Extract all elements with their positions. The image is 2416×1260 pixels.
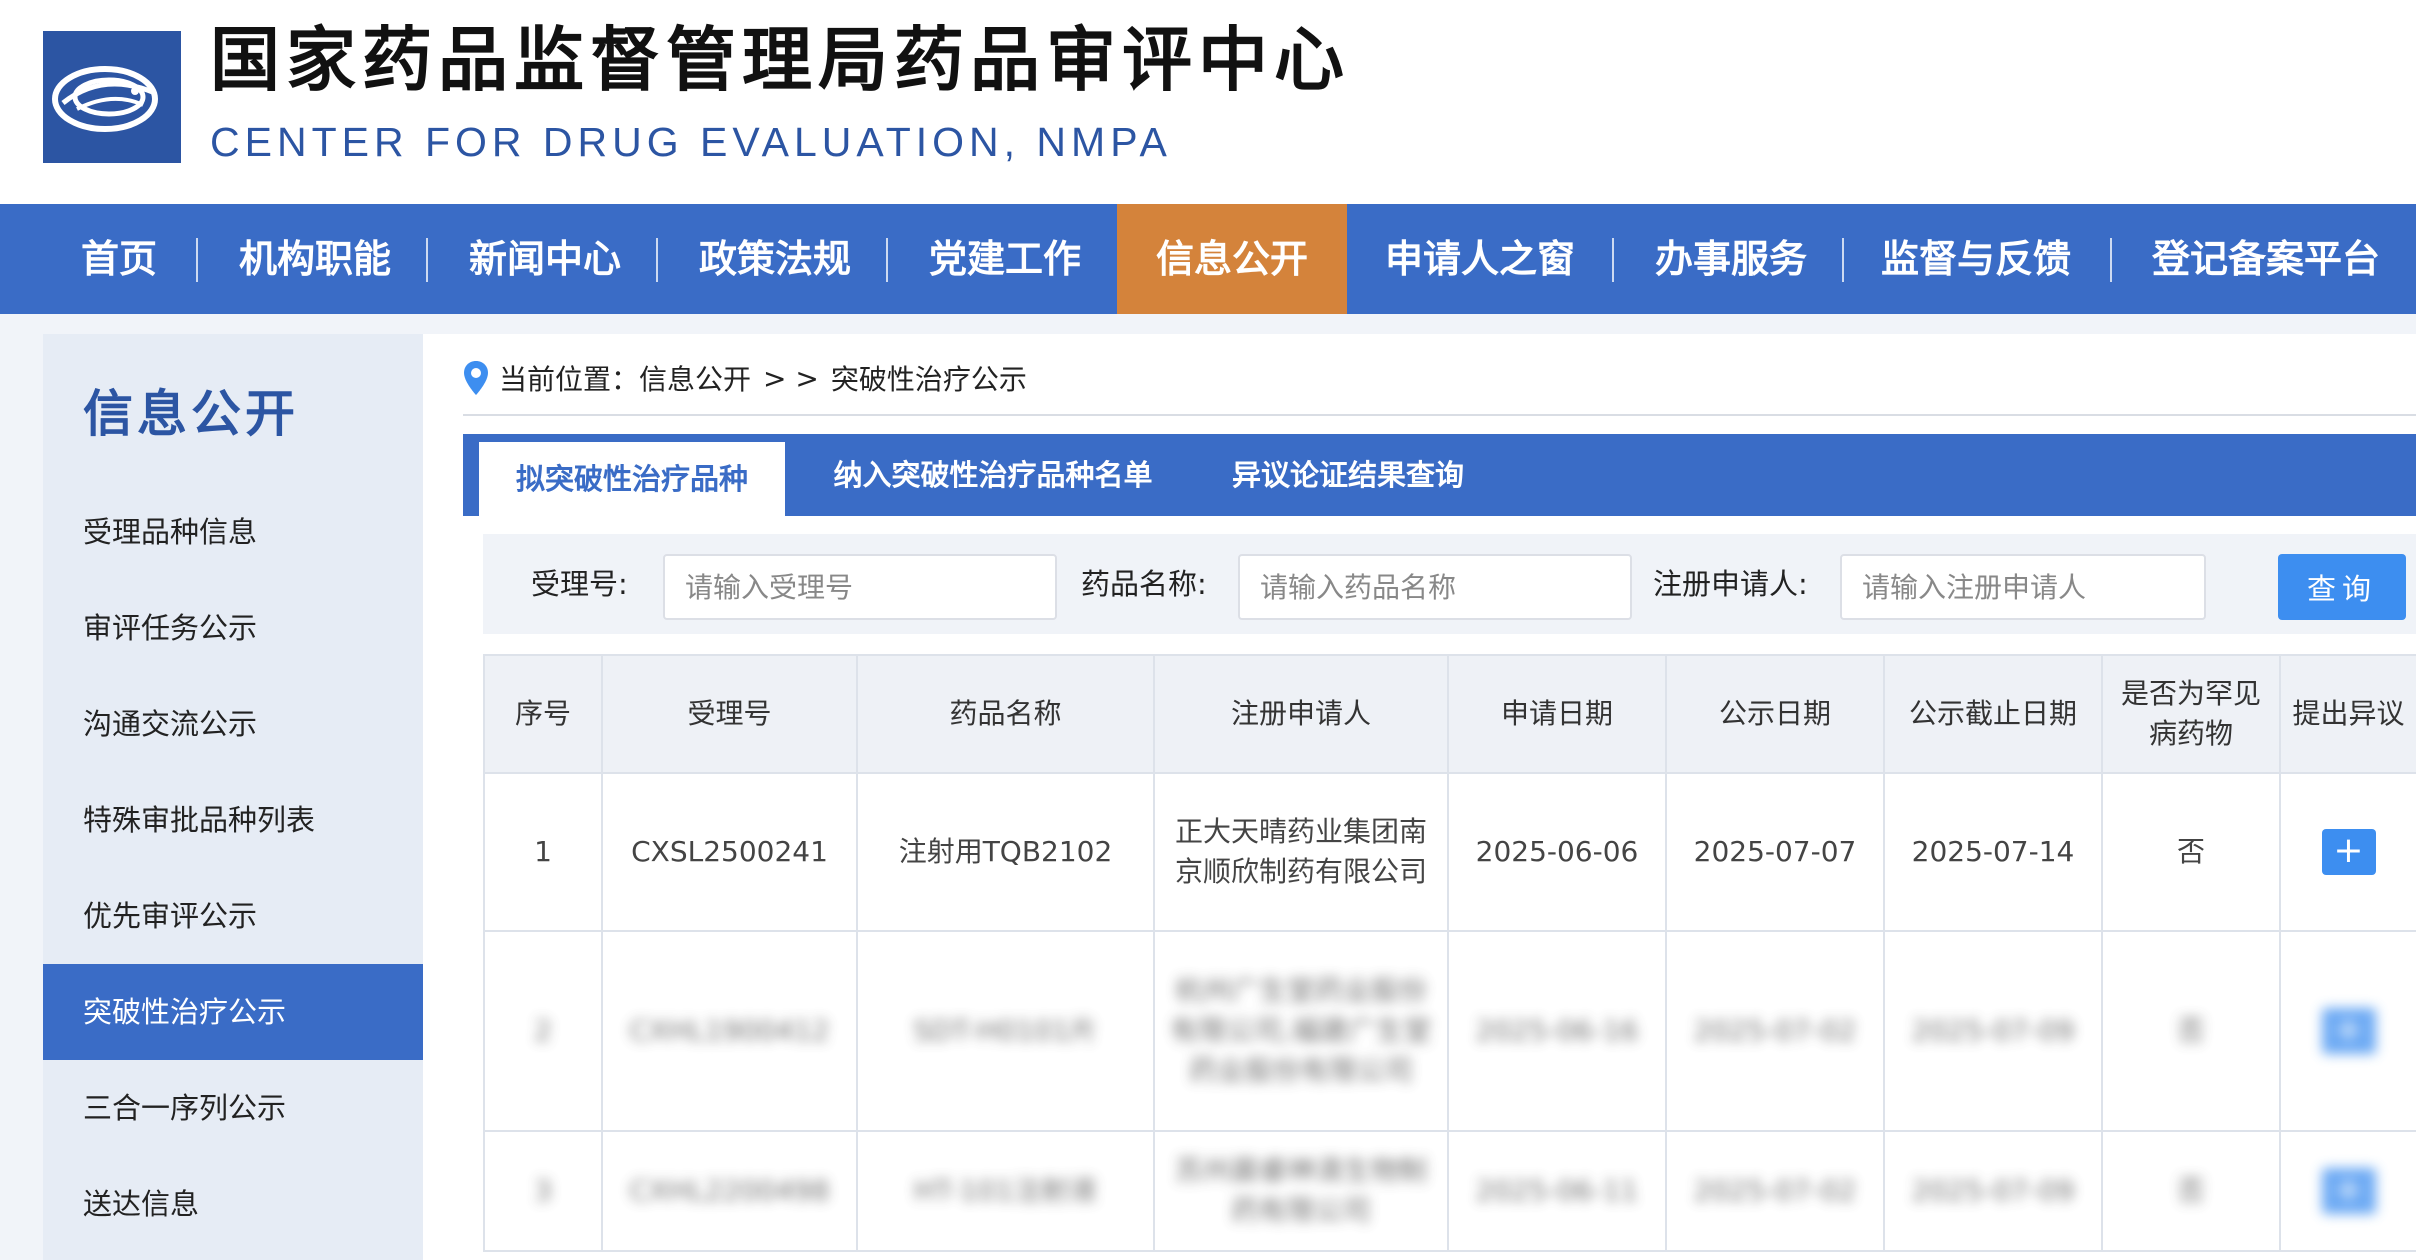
col-header-apply-date: 申请日期 [1447,654,1667,774]
cell-applicant: 苏州晨睿神清生物制药有限公司 [1153,1130,1449,1252]
main-nav: 首页 机构职能 新闻中心 政策法规 党建工作 信息公开 申请人之窗 办事服务 监… [0,204,2416,314]
cell-drug-name: SDT-H0101片 [856,930,1155,1132]
cell-apply-date: 2025-06-11 [1447,1130,1667,1252]
tab-included-breakthrough-list[interactable]: 纳入突破性治疗品种名单 [813,434,1173,516]
cell-publish-date: 2025-07-02 [1665,930,1885,1132]
page-body: 信息公开 受理品种信息 审评任务公示 沟通交流公示 特殊审批品种列表 优先审评公… [0,314,2416,1260]
col-header-index: 序号 [483,654,603,774]
table-row: 3 CXHL2200498 HT-101注射液 苏州晨睿神清生物制药有限公司 2… [483,1130,2416,1252]
location-pin-icon [464,361,488,395]
nav-divider [656,238,658,282]
search-bar: 受理号: 药品名称: 注册申请人: 查询 [483,534,2416,634]
breadcrumb-divider [463,414,2416,416]
sidebar-item-three-in-one[interactable]: 三合一序列公示 [43,1060,423,1156]
nav-divider [426,238,428,282]
add-objection-button[interactable]: + [2321,1008,2376,1054]
nav-divider [1612,238,1614,282]
nav-item-applicant-window[interactable]: 申请人之窗 [1360,204,1600,314]
breadcrumb: 当前位置：信息公开 > > 突破性治疗公示 [463,358,1027,398]
cell-accept-no: CXSL2500241 [601,772,858,932]
nav-item-party[interactable]: 党建工作 [900,204,1110,314]
nav-item-registration-platform[interactable]: 登记备案平台 [2126,204,2406,314]
results-table-wrap: 序号 受理号 药品名称 注册申请人 申请日期 公示日期 公示截止日期 是否为罕见… [483,654,2416,1260]
site-title-en: CENTER FOR DRUG EVALUATION, NMPA [210,119,1172,165]
site-title-cn: 国家药品监督管理局药品审评中心 [210,19,1350,101]
table-row: 1 CXSL2500241 注射用TQB2102 正大天晴药业集团南京顺欣制药有… [483,772,2416,932]
nav-divider [1842,238,1844,282]
cell-applicant: 杭州广生堂药业股份有限公司,福建广生堂药业股份有限公司 [1153,930,1449,1132]
table-header-row: 序号 受理号 药品名称 注册申请人 申请日期 公示日期 公示截止日期 是否为罕见… [483,654,2416,774]
drug-name-input[interactable] [1238,554,1632,620]
cell-publish-date: 2025-07-07 [1665,772,1885,932]
results-table: 序号 受理号 药品名称 注册申请人 申请日期 公示日期 公示截止日期 是否为罕见… [483,654,2416,1252]
sidebar-item-breakthrough-therapy[interactable]: 突破性治疗公示 [43,964,423,1060]
nav-item-services[interactable]: 办事服务 [1626,204,1836,314]
sidebar-item-priority-review[interactable]: 优先审评公示 [43,868,423,964]
nav-item-info-public[interactable]: 信息公开 [1117,204,1347,314]
cell-rare-disease: 否 [2101,772,2281,932]
breadcrumb-separator: > > [763,361,819,395]
nav-divider [886,238,888,282]
col-header-objection: 提出异议 [2279,654,2416,774]
col-header-publish-date: 公示日期 [1665,654,1885,774]
cell-apply-date: 2025-06-06 [1447,772,1667,932]
main-content: 当前位置：信息公开 > > 突破性治疗公示 拟突破性治疗品种 纳入突破性治疗品种… [423,334,2416,1260]
query-button[interactable]: 查询 [2278,554,2406,620]
cell-accept-no: CXHL2200498 [601,1130,858,1252]
accept-no-label: 受理号: [531,567,628,601]
breadcrumb-current: 突破性治疗公示 [830,363,1027,396]
nav-item-policy[interactable]: 政策法规 [670,204,880,314]
nav-divider [196,238,198,282]
drug-name-label: 药品名称: [1081,567,1207,601]
cell-objection: + [2279,930,2416,1132]
cell-rare-disease: 否 [2101,930,2281,1132]
col-header-accept-no: 受理号 [601,654,858,774]
site-header: 国家药品监督管理局药品审评中心 CENTER FOR DRUG EVALUATI… [0,0,2416,204]
cde-logo-icon[interactable] [43,31,181,163]
nav-item-supervision[interactable]: 监督与反馈 [1856,204,2096,314]
cell-apply-date: 2025-06-16 [1447,930,1667,1132]
cell-deadline: 2025-07-09 [1883,1130,2103,1252]
cell-index: 3 [483,1130,603,1252]
accept-no-input[interactable] [663,554,1057,620]
cell-deadline: 2025-07-14 [1883,772,2103,932]
sidebar-item-special-approval[interactable]: 特殊审批品种列表 [43,772,423,868]
col-header-drug-name: 药品名称 [856,654,1155,774]
tab-bar: 拟突破性治疗品种 纳入突破性治疗品种名单 异议论证结果查询 [463,434,2416,516]
nav-divider [2110,238,2112,282]
tab-objection-results[interactable]: 异议论证结果查询 [1203,434,1493,516]
cell-objection: + [2279,1130,2416,1252]
sidebar-title: 信息公开 [83,385,299,443]
applicant-input[interactable] [1840,554,2206,620]
cell-applicant: 正大天晴药业集团南京顺欣制药有限公司 [1153,772,1449,932]
sidebar-item-review-tasks[interactable]: 审评任务公示 [43,580,423,676]
col-header-deadline: 公示截止日期 [1883,654,2103,774]
breadcrumb-prefix[interactable]: 当前位置：信息公开 [499,358,751,398]
add-objection-button[interactable]: + [2321,1168,2376,1214]
tab-proposed-breakthrough[interactable]: 拟突破性治疗品种 [479,442,785,516]
sidebar-item-delivery-info[interactable]: 送达信息 [43,1156,423,1252]
cell-drug-name: HT-101注射液 [856,1130,1155,1252]
nav-item-home[interactable]: 首页 [52,204,186,314]
cell-rare-disease: 否 [2101,1130,2281,1252]
cell-index: 2 [483,930,603,1132]
cell-objection: + [2279,772,2416,932]
table-row: 2 CXHL1900412 SDT-H0101片 杭州广生堂药业股份有限公司,福… [483,930,2416,1132]
add-objection-button[interactable]: + [2321,829,2376,875]
cell-accept-no: CXHL1900412 [601,930,858,1132]
sidebar-item-accepted-varieties[interactable]: 受理品种信息 [43,484,423,580]
cell-publish-date: 2025-07-02 [1665,1130,1885,1252]
cell-index: 1 [483,772,603,932]
applicant-label: 注册申请人: [1653,567,1808,601]
nav-item-news[interactable]: 新闻中心 [440,204,650,314]
sidebar-item-communication[interactable]: 沟通交流公示 [43,676,423,772]
cell-drug-name: 注射用TQB2102 [856,772,1155,932]
cell-deadline: 2025-07-09 [1883,930,2103,1132]
sidebar: 信息公开 受理品种信息 审评任务公示 沟通交流公示 特殊审批品种列表 优先审评公… [43,334,423,1260]
nav-item-functions[interactable]: 机构职能 [210,204,420,314]
col-header-applicant: 注册申请人 [1153,654,1449,774]
col-header-rare-disease: 是否为罕见病药物 [2101,654,2281,774]
